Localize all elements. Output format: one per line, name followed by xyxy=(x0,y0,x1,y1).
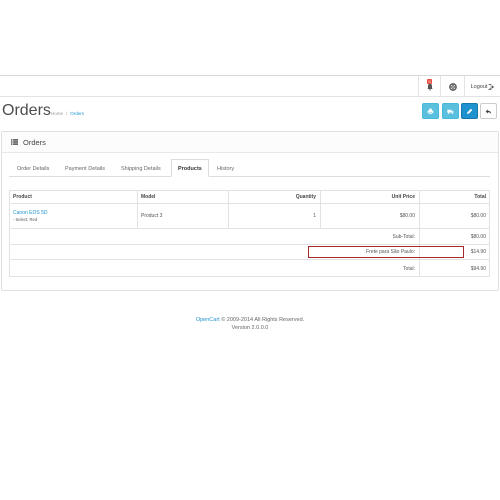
logout-label: Logout xyxy=(470,83,488,90)
help-button[interactable] xyxy=(440,76,464,97)
back-button[interactable] xyxy=(480,103,497,119)
total-row: Total: $94.90 xyxy=(9,260,490,277)
product-total: $80.00 xyxy=(470,213,486,219)
footer-copyright: © 2009-2014 All Rights Reserved. xyxy=(221,317,305,323)
panel-title: Orders xyxy=(23,137,46,147)
breadcrumb: Home / Orders xyxy=(51,111,85,116)
top-navbar: 0 Logout xyxy=(0,75,500,97)
subtotal-value: $80.00 xyxy=(470,233,486,240)
print-icon xyxy=(427,108,434,115)
shipping-row: Frete para São Paulo: $14.90 xyxy=(9,245,490,260)
order-tabs: Order Details Payment Details Shipping D… xyxy=(9,159,490,177)
product-model: Product 3 xyxy=(141,213,163,219)
product-link[interactable]: Canon EOS 5D xyxy=(13,210,47,216)
tab-products[interactable]: Products xyxy=(171,159,209,177)
breadcrumb-home[interactable]: Home xyxy=(51,111,63,116)
panel-heading: Orders xyxy=(2,132,498,153)
logout-link[interactable]: Logout xyxy=(464,76,500,97)
footer-brand-link[interactable]: OpenCart xyxy=(196,317,220,323)
pencil-icon xyxy=(467,108,473,114)
subtotal-label: Sub-Total: xyxy=(392,233,415,240)
tab-order-details[interactable]: Order Details xyxy=(11,161,55,177)
reply-icon xyxy=(485,108,492,114)
lifebuoy-icon xyxy=(448,82,457,91)
table-row: Canon EOS 5D - Select: Red Product 3 1 $… xyxy=(9,204,490,229)
total-value: $94.90 xyxy=(470,265,486,272)
total-label: Total: xyxy=(403,265,415,272)
table-header: Product Model Quantity Unit Price Total xyxy=(9,190,490,204)
notification-badge: 0 xyxy=(427,79,433,84)
tab-payment-details[interactable]: Payment Details xyxy=(59,161,111,177)
breadcrumb-orders[interactable]: Orders xyxy=(70,111,84,116)
sign-out-icon xyxy=(488,83,495,90)
notifications-button[interactable]: 0 xyxy=(418,76,440,97)
subtotal-row: Sub-Total: $80.00 xyxy=(9,229,490,245)
column-unit-price: Unit Price xyxy=(391,193,415,200)
edit-button[interactable] xyxy=(461,103,478,119)
page-title: Orders xyxy=(2,102,51,119)
shipping-highlight xyxy=(308,246,464,258)
column-quantity: Quantity xyxy=(295,193,316,200)
product-quantity: 1 xyxy=(313,213,316,219)
product-option: - Select: Red xyxy=(13,217,38,222)
footer-version: Version 2.0.0.0 xyxy=(231,325,269,331)
print-invoice-button[interactable] xyxy=(422,103,439,119)
tab-shipping-details[interactable]: Shipping Details xyxy=(115,161,167,177)
column-product: Product xyxy=(13,193,32,200)
print-shipping-button[interactable] xyxy=(442,103,459,119)
product-unit-price: $80.00 xyxy=(399,213,415,219)
tab-history[interactable]: History xyxy=(211,161,240,177)
footer: OpenCart © 2009-2014 All Rights Reserved… xyxy=(0,316,500,332)
list-icon xyxy=(11,139,18,145)
truck-icon xyxy=(447,109,454,114)
column-model: Model xyxy=(141,193,156,200)
column-total: Total xyxy=(474,193,486,200)
